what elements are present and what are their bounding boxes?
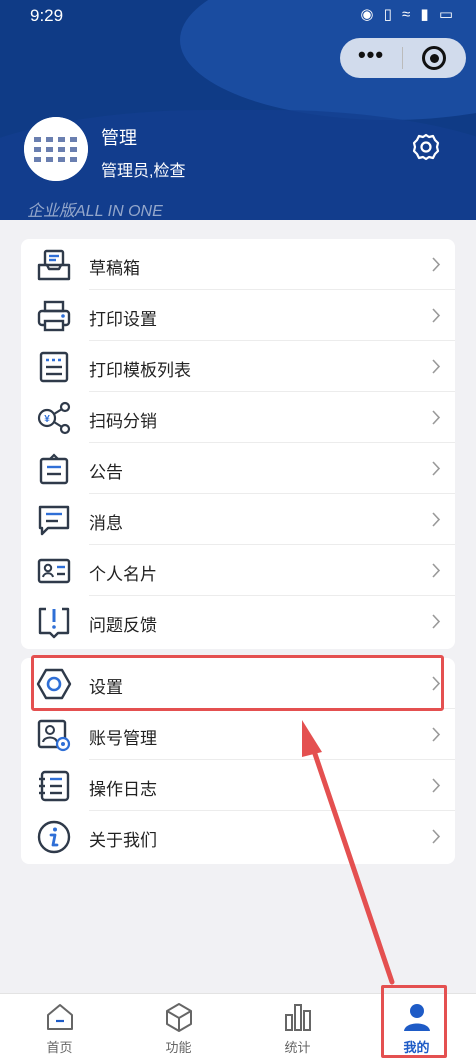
share-yen-icon: ¥ bbox=[37, 401, 71, 435]
user-name: 管理 bbox=[101, 128, 137, 148]
tab-label: 首页 bbox=[46, 1040, 73, 1055]
user-role: 管理员,检查 bbox=[101, 163, 186, 180]
menu-label: 打印模板列表 bbox=[89, 361, 191, 380]
tab-home[interactable]: 首页 bbox=[0, 994, 119, 1058]
menu-item-about-us[interactable]: 关于我们 bbox=[21, 811, 455, 862]
gear-icon[interactable] bbox=[411, 132, 441, 162]
svg-text:¥: ¥ bbox=[44, 414, 50, 425]
account-manage-icon bbox=[37, 719, 71, 752]
avatar-image bbox=[24, 117, 88, 181]
menu-item-print-settings[interactable]: 打印设置 bbox=[21, 290, 455, 341]
avatar[interactable] bbox=[24, 117, 88, 181]
menu-item-drafts[interactable]: 草稿箱 bbox=[21, 239, 455, 290]
menu-label: 草稿箱 bbox=[89, 259, 140, 278]
chevron-right-icon bbox=[432, 727, 441, 742]
chevron-right-icon bbox=[432, 614, 441, 629]
menu-label: 扫码分销 bbox=[89, 412, 157, 431]
message-icon bbox=[38, 505, 70, 536]
status-icons: ◉ ▯ ≈ ▮ ▭ bbox=[360, 6, 456, 23]
home-icon bbox=[47, 1004, 73, 1030]
chevron-right-icon bbox=[432, 461, 441, 476]
chevron-right-icon bbox=[432, 778, 441, 793]
menu-label: 消息 bbox=[89, 514, 123, 533]
edition-label: 企业版ALL IN ONE bbox=[27, 203, 163, 220]
menu-card-main: 草稿箱 打印设置 打印模板列表 ¥ 扫码分销 公告 消息 个人名片 问题反馈 bbox=[21, 239, 455, 649]
menu-label: 问题反馈 bbox=[89, 616, 157, 635]
settings-highlight-box bbox=[31, 655, 444, 711]
tab-label: 功能 bbox=[165, 1040, 192, 1055]
menu-item-notice[interactable]: 公告 bbox=[21, 443, 455, 494]
profile-header: 9:29 ◉ ▯ ≈ ▮ ▭ ••• 管理 管理员,检查 企业版ALL IN O… bbox=[0, 0, 476, 220]
bar-chart-icon bbox=[285, 1004, 311, 1031]
menu-item-feedback[interactable]: 问题反馈 bbox=[21, 596, 455, 647]
tab-statistics[interactable]: 统计 bbox=[238, 994, 357, 1058]
chevron-right-icon bbox=[432, 512, 441, 527]
template-list-icon bbox=[39, 351, 69, 383]
printer-icon bbox=[37, 300, 71, 332]
status-bar: 9:29 ◉ ▯ ≈ ▮ ▭ bbox=[0, 0, 476, 30]
menu-item-message[interactable]: 消息 bbox=[21, 494, 455, 545]
draft-box-icon bbox=[37, 249, 71, 281]
close-mini-program-button[interactable] bbox=[403, 46, 465, 70]
menu-item-business-card[interactable]: 个人名片 bbox=[21, 545, 455, 596]
menu-item-operation-log[interactable]: 操作日志 bbox=[21, 760, 455, 811]
menu-item-print-templates[interactable]: 打印模板列表 bbox=[21, 341, 455, 392]
mine-tab-highlight-box bbox=[381, 985, 447, 1058]
business-card-icon bbox=[37, 558, 71, 584]
menu-label: 关于我们 bbox=[89, 831, 157, 850]
chevron-right-icon bbox=[432, 257, 441, 272]
chevron-right-icon bbox=[432, 410, 441, 425]
tab-functions[interactable]: 功能 bbox=[119, 994, 238, 1058]
more-button[interactable]: ••• bbox=[340, 42, 402, 68]
log-icon bbox=[39, 770, 70, 802]
menu-label: 操作日志 bbox=[89, 780, 157, 799]
menu-label: 个人名片 bbox=[89, 565, 157, 584]
status-time: 9:29 bbox=[30, 6, 64, 25]
menu-item-scan-distribution[interactable]: ¥ 扫码分销 bbox=[21, 392, 455, 443]
notice-icon bbox=[39, 453, 69, 485]
target-icon bbox=[422, 46, 446, 70]
chevron-right-icon bbox=[432, 308, 441, 323]
info-icon bbox=[37, 820, 71, 854]
menu-label: 账号管理 bbox=[89, 729, 157, 748]
feedback-icon bbox=[38, 607, 70, 639]
menu-item-account-manage[interactable]: 账号管理 bbox=[21, 709, 455, 760]
menu-label: 打印设置 bbox=[89, 310, 157, 329]
mini-program-capsule: ••• bbox=[340, 38, 466, 78]
chevron-right-icon bbox=[432, 359, 441, 374]
tab-label: 统计 bbox=[284, 1040, 311, 1055]
menu-label: 公告 bbox=[89, 463, 123, 482]
cube-icon bbox=[166, 1003, 192, 1032]
chevron-right-icon bbox=[432, 829, 441, 844]
chevron-right-icon bbox=[432, 563, 441, 578]
